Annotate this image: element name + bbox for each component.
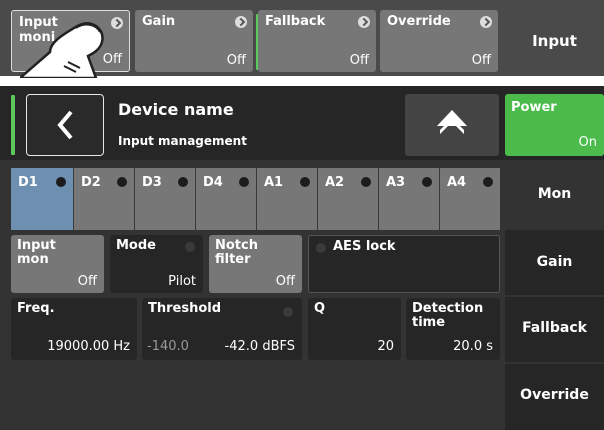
- status-dot: [56, 177, 66, 187]
- home-button[interactable]: [405, 94, 499, 156]
- tab-label: Gain: [536, 254, 573, 270]
- channel-d2[interactable]: D2: [74, 168, 134, 230]
- status-dot: [422, 177, 432, 187]
- control-label: Mode: [116, 238, 156, 253]
- chevron-left-icon: [57, 110, 73, 140]
- param-value: 19000.00 Hz: [47, 339, 130, 354]
- channel-a1[interactable]: A1: [257, 168, 317, 230]
- home-icon: [437, 110, 467, 134]
- tab-label: Fallback: [522, 320, 587, 336]
- tab-mon[interactable]: Mon: [505, 162, 604, 228]
- channel-label: D3: [142, 175, 162, 190]
- status-dot: [316, 243, 326, 253]
- status-dot: [483, 177, 493, 187]
- channel-a4[interactable]: A4: [440, 168, 500, 230]
- status-dot: [185, 242, 195, 252]
- mode-selector[interactable]: Mode Pilot: [110, 235, 203, 293]
- status-dot: [300, 177, 310, 187]
- tile-value: Off: [471, 53, 491, 68]
- aes-lock-indicator: AES lock: [308, 235, 500, 293]
- channel-d3[interactable]: D3: [135, 168, 195, 230]
- page-subtitle: Input management: [118, 134, 247, 148]
- param-label: Threshold: [148, 301, 222, 316]
- back-button[interactable]: [26, 94, 104, 156]
- input-mon-button[interactable]: Input mon Off: [11, 235, 104, 293]
- q-field[interactable]: Q 20: [308, 298, 401, 360]
- tile-value: Off: [226, 53, 246, 68]
- status-dot: [283, 307, 293, 317]
- control-value: Off: [275, 274, 295, 289]
- control-label: Notch filter: [215, 238, 258, 267]
- finger-pointer-icon: [20, 21, 104, 78]
- param-min: -140.0: [147, 339, 189, 354]
- status-dot: [117, 177, 127, 187]
- power-label: Power: [511, 100, 557, 115]
- page-title: Device name: [118, 100, 234, 119]
- status-dot: [361, 177, 371, 187]
- detection-time-field[interactable]: Detection time 20.0 s: [406, 298, 500, 360]
- channel-label: D4: [203, 175, 223, 190]
- tile-label: Override: [387, 14, 451, 29]
- param-label: Detection time: [412, 301, 484, 330]
- channel-d1[interactable]: D1: [11, 168, 73, 230]
- param-value: -42.0 dBFS: [224, 339, 295, 354]
- param-value: 20: [377, 339, 394, 354]
- channel-label: D1: [18, 175, 38, 190]
- arrow-right-icon: [235, 16, 247, 28]
- tile-fallback[interactable]: Fallback Off: [258, 10, 376, 72]
- param-label: Q: [314, 301, 326, 316]
- power-button[interactable]: Power On: [505, 94, 604, 156]
- tab-label: Override: [520, 387, 589, 403]
- status-dot: [239, 177, 249, 187]
- control-value: Pilot: [168, 274, 196, 289]
- tab-override[interactable]: Override: [505, 364, 604, 430]
- channel-label: D2: [81, 175, 101, 190]
- tile-override[interactable]: Override Off: [380, 10, 498, 72]
- tile-value: Off: [349, 53, 369, 68]
- control-label: AES lock: [333, 239, 396, 254]
- channel-a2[interactable]: A2: [318, 168, 378, 230]
- power-value: On: [578, 135, 597, 150]
- notch-filter-button[interactable]: Notch filter Off: [209, 235, 302, 293]
- channel-label: A1: [264, 175, 284, 190]
- tile-label: Fallback: [265, 14, 326, 29]
- tile-gain[interactable]: Gain Off: [135, 10, 253, 72]
- arrow-right-icon: [358, 16, 370, 28]
- channel-label: A3: [386, 175, 406, 190]
- arrow-right-icon: [480, 16, 492, 28]
- freq-field[interactable]: Freq. 19000.00 Hz: [11, 298, 137, 360]
- threshold-field[interactable]: Threshold -140.0 -42.0 dBFS: [142, 298, 302, 360]
- control-value: Off: [77, 274, 97, 289]
- status-dot: [178, 177, 188, 187]
- top-input-button[interactable]: Input: [505, 10, 604, 72]
- status-bar: [11, 95, 15, 155]
- channel-label: A4: [447, 175, 467, 190]
- param-label: Freq.: [17, 301, 55, 316]
- tile-label: Gain: [142, 14, 176, 29]
- channel-d4[interactable]: D4: [196, 168, 256, 230]
- tab-fallback[interactable]: Fallback: [505, 297, 604, 362]
- param-value: 20.0 s: [453, 339, 493, 354]
- channel-label: A2: [325, 175, 345, 190]
- channel-a3[interactable]: A3: [379, 168, 439, 230]
- tab-label: Mon: [537, 186, 572, 202]
- tab-gain[interactable]: Gain: [505, 230, 604, 295]
- control-label: Input mon: [17, 238, 56, 267]
